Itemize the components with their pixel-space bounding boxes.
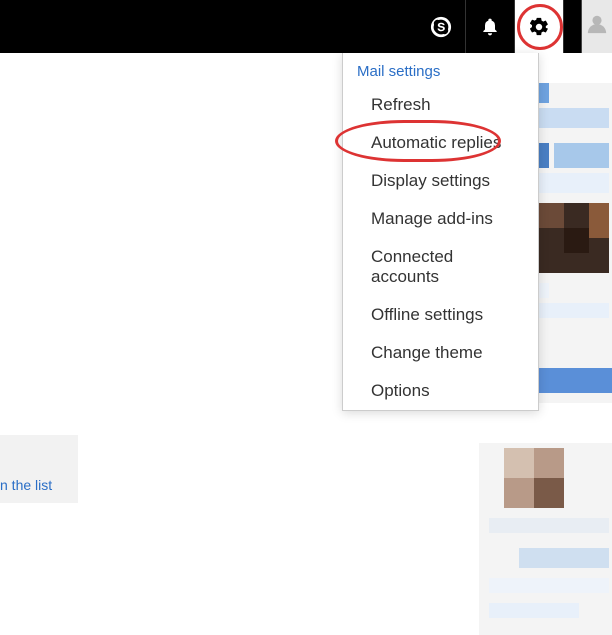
menu-item-label: Automatic replies xyxy=(371,133,501,152)
menu-item-connected-accounts[interactable]: Connected accounts xyxy=(343,238,538,296)
person-icon xyxy=(586,13,608,40)
skype-icon xyxy=(430,16,452,38)
settings-button[interactable] xyxy=(515,0,563,53)
top-bar xyxy=(0,0,612,53)
menu-item-change-theme[interactable]: Change theme xyxy=(343,334,538,372)
partial-text-box: n the list xyxy=(0,435,78,503)
menu-header: Mail settings xyxy=(343,53,538,86)
partial-text: n the list xyxy=(0,477,52,493)
skype-button[interactable] xyxy=(417,0,465,53)
notifications-button[interactable] xyxy=(466,0,514,53)
menu-item-automatic-replies[interactable]: Automatic replies xyxy=(343,124,538,162)
account-button[interactable] xyxy=(581,0,612,53)
gear-icon xyxy=(528,16,550,38)
menu-item-options[interactable]: Options xyxy=(343,372,538,410)
bell-icon xyxy=(480,17,500,37)
menu-item-offline-settings[interactable]: Offline settings xyxy=(343,296,538,334)
menu-item-display-settings[interactable]: Display settings xyxy=(343,162,538,200)
menu-item-manage-addins[interactable]: Manage add-ins xyxy=(343,200,538,238)
settings-menu: Mail settings Refresh Automatic replies … xyxy=(342,53,539,411)
menu-item-refresh[interactable]: Refresh xyxy=(343,86,538,124)
